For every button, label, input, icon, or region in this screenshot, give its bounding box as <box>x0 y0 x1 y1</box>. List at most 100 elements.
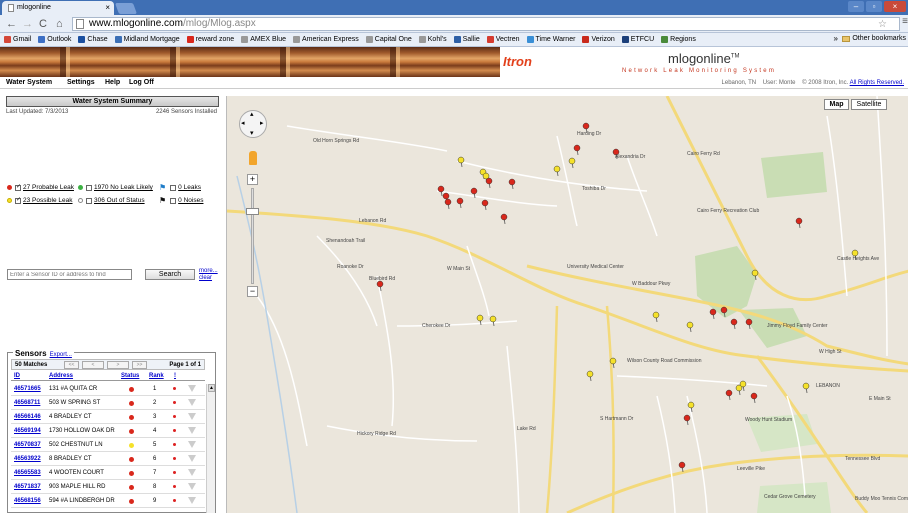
zoom-slider-track[interactable] <box>251 188 254 284</box>
sensor-pin[interactable] <box>745 318 753 330</box>
sensor-pin[interactable] <box>686 321 694 333</box>
funnel-icon[interactable] <box>188 441 196 448</box>
browser-tab[interactable]: mlogonline × <box>2 1 114 15</box>
sensor-pin[interactable] <box>683 414 691 426</box>
col-address[interactable]: Address <box>49 373 73 379</box>
bookmark-item[interactable]: Outlook <box>38 36 71 43</box>
funnel-icon[interactable] <box>188 427 196 434</box>
sensor-pin[interactable] <box>730 318 738 330</box>
street-view-pegman-icon[interactable] <box>249 151 257 165</box>
zoom-slider-thumb[interactable] <box>246 208 259 215</box>
sensor-pin[interactable] <box>795 217 803 229</box>
tab-close-icon[interactable]: × <box>105 1 110 15</box>
pan-up-icon[interactable]: ▴ <box>250 110 254 118</box>
sensor-pin[interactable] <box>457 156 465 168</box>
menu-settings[interactable]: Settings <box>67 79 95 86</box>
table-row[interactable]: 46568711 503 W SPRING ST 2 <box>11 397 205 410</box>
next-page-button[interactable]: > <box>107 361 129 369</box>
sensor-pin[interactable] <box>750 392 758 404</box>
table-row[interactable]: 46570837 502 CHESTNUT LN 5 <box>11 439 205 452</box>
search-button[interactable]: Search <box>145 269 195 280</box>
table-row[interactable]: 46571665 131 #A QUITA CR 1 <box>11 383 205 396</box>
sensor-pin[interactable] <box>652 311 660 323</box>
sensor-scrollbar[interactable]: ▲ <box>206 384 215 513</box>
url-field[interactable]: www.mlogonline.com/mlog/Mlog.aspx ☆ <box>72 17 900 31</box>
funnel-icon[interactable] <box>188 413 196 420</box>
map-type-map-button[interactable]: Map <box>824 99 849 110</box>
sensor-pin[interactable] <box>586 370 594 382</box>
more-link[interactable]: more... <box>199 268 218 275</box>
sensor-id-link[interactable]: 46563922 <box>14 456 41 462</box>
bookmark-item[interactable]: Midland Mortgage <box>114 36 180 43</box>
bookmarks-more-icon[interactable]: » <box>834 34 838 43</box>
col-id[interactable]: ID <box>14 373 20 379</box>
funnel-icon[interactable] <box>188 455 196 462</box>
bookmark-item[interactable]: Chase <box>78 36 108 43</box>
sensor-pin[interactable] <box>500 213 508 225</box>
bookmark-item[interactable]: AMEX Blue <box>241 36 286 43</box>
maximize-icon[interactable]: ▫ <box>866 1 882 12</box>
table-row[interactable]: 46569194 1730 HOLLOW OAK DR 4 <box>11 425 205 438</box>
sensor-id-link[interactable]: 46568156 <box>14 498 41 504</box>
back-icon[interactable]: ← <box>6 17 17 31</box>
no-leak-label[interactable]: 1970 No Leak Likely <box>94 184 159 191</box>
forward-icon[interactable]: → <box>22 17 33 31</box>
pan-down-icon[interactable]: ▾ <box>250 129 254 137</box>
new-tab-button[interactable] <box>114 3 138 14</box>
home-icon[interactable]: ⌂ <box>56 17 63 31</box>
sensor-id-link[interactable]: 46569194 <box>14 428 41 434</box>
bookmark-item[interactable]: reward zone <box>186 36 234 43</box>
sensor-pin[interactable] <box>553 165 561 177</box>
sensor-id-link[interactable]: 46568711 <box>14 400 40 406</box>
bookmark-item[interactable]: Kohl's <box>418 36 447 43</box>
funnel-icon[interactable] <box>188 469 196 476</box>
funnel-icon[interactable] <box>188 483 196 490</box>
funnel-icon[interactable] <box>188 385 196 392</box>
sensor-id-link[interactable]: 46571665 <box>14 386 41 392</box>
zoom-in-button[interactable]: + <box>247 174 258 185</box>
pan-control[interactable]: ▴ ▾ ◂ ▸ <box>239 110 267 138</box>
table-row[interactable]: 46566146 4 BRADLEY CT 3 <box>11 411 205 424</box>
other-bookmarks[interactable]: Other bookmarks <box>842 35 906 42</box>
export-link[interactable]: Export... <box>50 352 72 358</box>
leaks-label[interactable]: 0 Leaks <box>178 184 201 191</box>
out-of-status-label[interactable]: 306 Out of Status <box>94 197 159 204</box>
noises-checkbox[interactable] <box>170 197 177 204</box>
bookmark-item[interactable]: Regions <box>661 36 696 43</box>
out-of-status-checkbox[interactable] <box>86 197 92 204</box>
minimize-icon[interactable]: – <box>848 1 864 12</box>
sensor-pin[interactable] <box>489 315 497 327</box>
sensor-pin[interactable] <box>508 178 516 190</box>
bookmark-item[interactable]: Capital One <box>365 36 412 43</box>
sensor-pin[interactable] <box>678 461 686 473</box>
no-leak-checkbox[interactable] <box>86 184 92 191</box>
sensor-pin[interactable] <box>485 177 493 189</box>
pan-right-icon[interactable]: ▸ <box>260 119 264 127</box>
sensor-id-link[interactable]: 46566146 <box>14 414 41 420</box>
bookmark-item[interactable]: ETFCU <box>621 36 654 43</box>
sensor-pin[interactable] <box>725 389 733 401</box>
possible-leak-checkbox[interactable] <box>15 196 21 204</box>
table-row[interactable]: 46563922 8 BRADLEY CT 6 <box>11 453 205 466</box>
table-row[interactable]: 46565583 4 WOOTEN COURT 7 <box>11 467 205 480</box>
sensor-pin[interactable] <box>709 308 717 320</box>
sensor-id-link[interactable]: 46570837 <box>14 442 41 448</box>
pan-left-icon[interactable]: ◂ <box>241 119 245 127</box>
probable-leak-checkbox[interactable] <box>15 183 21 191</box>
clear-link[interactable]: clear <box>199 275 218 282</box>
menu-log-off[interactable]: Log Off <box>129 79 154 86</box>
sensor-pin[interactable] <box>481 199 489 211</box>
bookmark-item[interactable]: Verizon <box>582 36 615 43</box>
wrench-icon[interactable]: ≡ <box>902 16 908 27</box>
col-mark[interactable]: ! <box>174 373 176 379</box>
bookmark-item[interactable]: Time Warner <box>526 36 575 43</box>
map-type-satellite-button[interactable]: Satellite <box>851 99 887 110</box>
rights-link[interactable]: All Rights Reserved. <box>850 80 904 86</box>
funnel-icon[interactable] <box>188 497 196 504</box>
sensor-pin[interactable] <box>573 144 581 156</box>
bookmark-item[interactable]: Vectren <box>486 36 520 43</box>
scroll-up-icon[interactable]: ▲ <box>208 384 215 392</box>
sensor-search-input[interactable] <box>7 269 132 280</box>
noises-label[interactable]: 0 Noises <box>178 197 203 204</box>
sensor-pin[interactable] <box>456 197 464 209</box>
